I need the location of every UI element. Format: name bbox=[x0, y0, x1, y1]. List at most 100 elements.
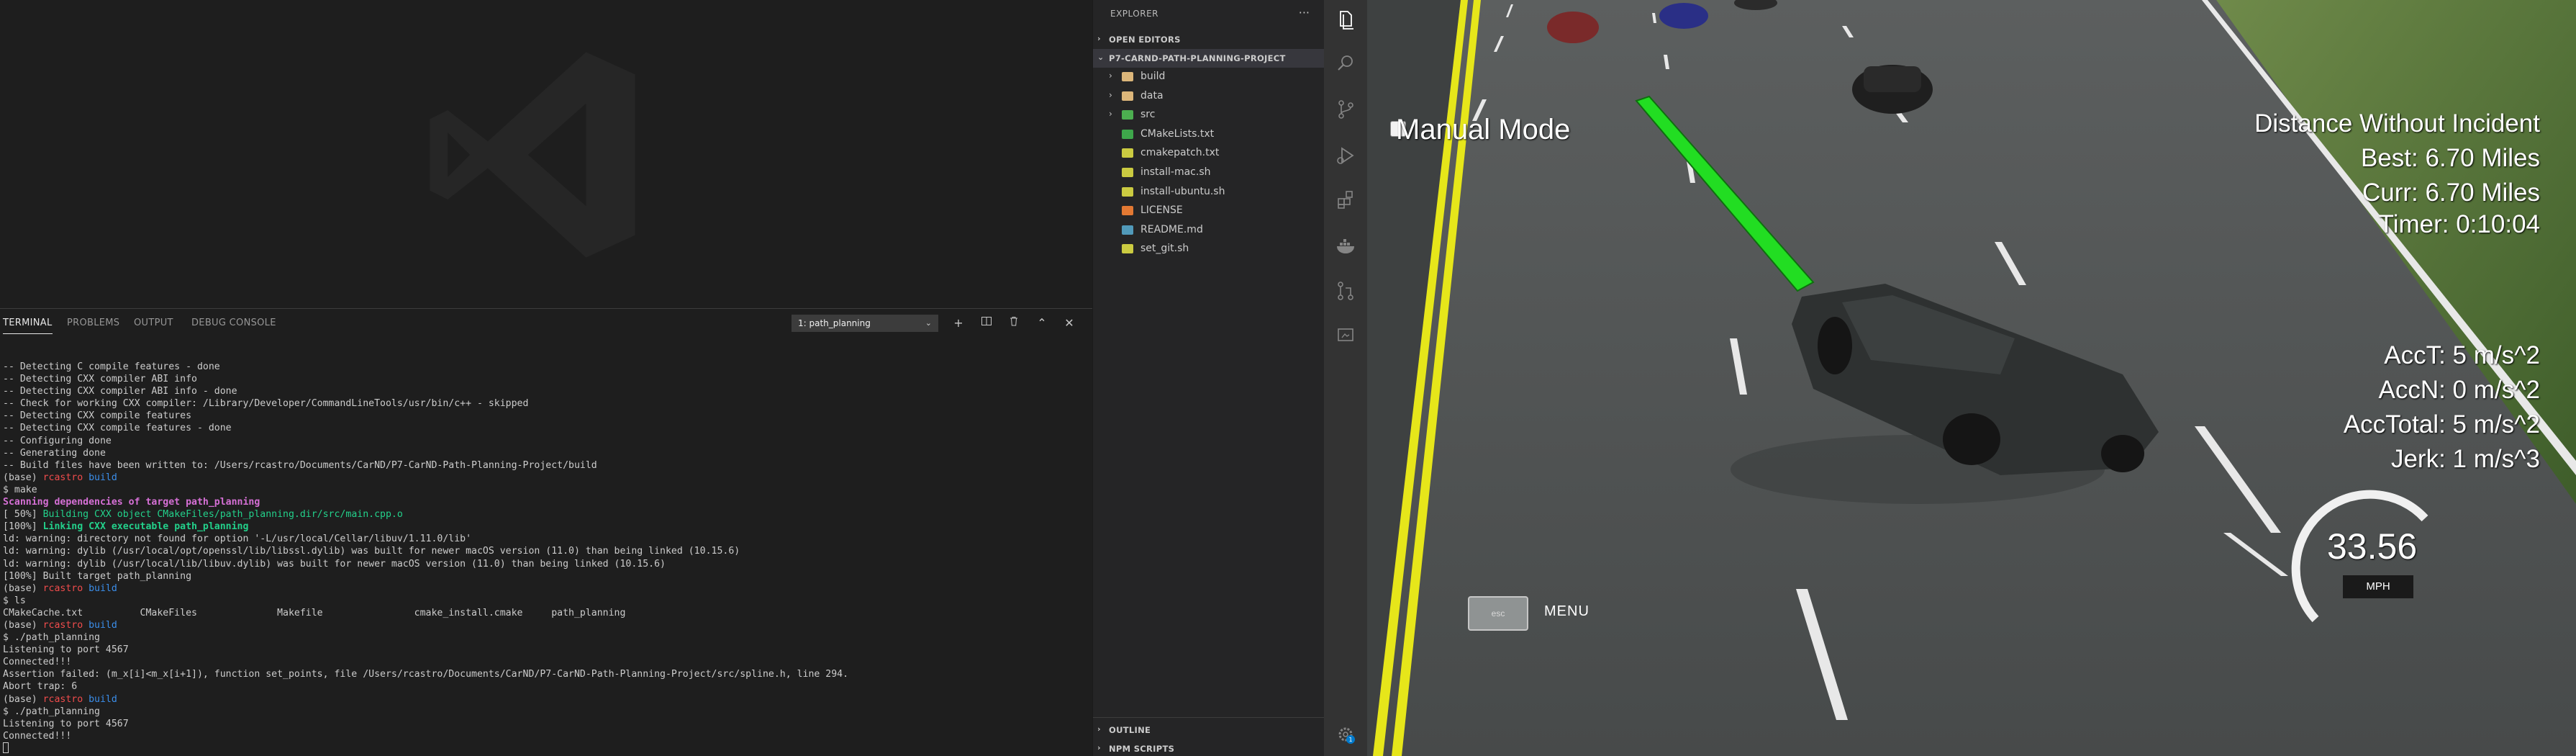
tree-item-label: install-ubuntu.sh bbox=[1140, 185, 1225, 197]
terminal-text: -- Detecting CXX compile features bbox=[3, 410, 192, 422]
shell-file-icon bbox=[1122, 244, 1133, 254]
terminal-text: build bbox=[83, 472, 117, 483]
open-editors-section[interactable]: › OPEN EDITORS bbox=[1093, 30, 1325, 49]
terminal-text: -- Detecting CXX compiler ABI info - don… bbox=[3, 386, 237, 397]
simulator-window[interactable]: Manual Mode Distance Without Incident Be… bbox=[1367, 0, 2576, 756]
chevron-right-icon: › bbox=[1109, 109, 1112, 120]
chevron-right-icon: › bbox=[1097, 34, 1101, 43]
tree-folder-build[interactable]: › build bbox=[1093, 68, 1325, 86]
pull-requests-icon[interactable] bbox=[1331, 276, 1360, 305]
timer: Timer: 0:10:04 bbox=[2378, 210, 2540, 238]
run-debug-icon[interactable] bbox=[1331, 141, 1360, 170]
tree-file[interactable]: README.md bbox=[1093, 221, 1325, 240]
more-actions-icon[interactable]: ··· bbox=[1299, 6, 1310, 19]
tree-folder-src[interactable]: › src bbox=[1093, 106, 1325, 125]
tree-file[interactable]: install-mac.sh bbox=[1093, 163, 1325, 182]
settings-gear-icon[interactable]: 1 bbox=[1331, 720, 1360, 749]
tree-folder-data[interactable]: › data bbox=[1093, 87, 1325, 106]
explorer-sidebar: EXPLORER ··· › OPEN EDITORS ⌄ P7-CARND-P… bbox=[1092, 0, 1325, 756]
tab-output[interactable]: OUTPUT bbox=[134, 318, 173, 328]
best-distance: Best: 6.70 Miles bbox=[2361, 144, 2540, 172]
markdown-icon bbox=[1122, 225, 1133, 235]
tab-problems[interactable]: PROBLEMS bbox=[67, 318, 119, 328]
terminal-text: Scanning dependencies of target path_pla… bbox=[3, 497, 260, 508]
terminal-text: Assertion failed: (m_x[i]<m_x[i+1]), fun… bbox=[3, 669, 849, 680]
outline-section[interactable]: › OUTLINE bbox=[1093, 721, 1325, 739]
terminal-line: -- Detecting CXX compiler ABI info bbox=[3, 373, 1089, 385]
manual-mode-label: Manual Mode bbox=[1396, 114, 1571, 145]
source-control-icon[interactable] bbox=[1331, 95, 1360, 124]
tree-item-label: data bbox=[1140, 89, 1164, 102]
explorer-icon[interactable] bbox=[1331, 6, 1360, 35]
menu-label[interactable]: MENU bbox=[1544, 603, 1589, 620]
chevron-up-icon[interactable]: ⌃ bbox=[1033, 315, 1051, 332]
chevron-down-icon: ⌄ bbox=[925, 318, 932, 328]
panel-tab-bar: TERMINAL PROBLEMS OUTPUT DEBUG CONSOLE 1… bbox=[0, 309, 1092, 338]
terminal-line: (base) rcastro build bbox=[3, 582, 1089, 595]
docker-icon[interactable] bbox=[1331, 232, 1360, 261]
terminal-line: -- Detecting CXX compile features bbox=[3, 410, 1089, 422]
tree-item-label: build bbox=[1140, 71, 1166, 82]
editor-area bbox=[0, 0, 1092, 308]
terminal-line: $ ./path_planning bbox=[3, 631, 1089, 644]
terminal-line: $ make bbox=[3, 484, 1089, 496]
plus-icon[interactable]: + bbox=[950, 315, 967, 332]
current-distance: Curr: 6.70 Miles bbox=[2362, 179, 2540, 207]
terminal-text: Abort trap: 6 bbox=[3, 681, 78, 693]
car-dark-mid bbox=[1852, 65, 1933, 114]
tree-file[interactable]: install-ubuntu.sh bbox=[1093, 183, 1325, 202]
terminal-line: [100%] Linking CXX executable path_plann… bbox=[3, 521, 1089, 533]
terminal-text: Listening to port 4567 bbox=[3, 644, 129, 656]
terminal-line: Connected!!! bbox=[3, 656, 1089, 668]
extensions-icon[interactable] bbox=[1331, 186, 1360, 215]
terminal-text: [100%] bbox=[3, 521, 43, 533]
tab-terminal[interactable]: TERMINAL bbox=[3, 318, 53, 334]
terminal-cursor bbox=[3, 742, 9, 754]
terminal-line: [ 50%] Building CXX object CMakeFiles/pa… bbox=[3, 508, 1089, 521]
terminal-text: Listening to port 4567 bbox=[3, 718, 129, 729]
terminal-line: -- Detecting CXX compiler ABI info - don… bbox=[3, 385, 1089, 397]
tree-item-label: README.md bbox=[1140, 223, 1203, 235]
project-label: P7-CARND-PATH-PLANNING-PROJECT bbox=[1109, 53, 1286, 63]
tree-file[interactable]: cmakepatch.txt bbox=[1093, 144, 1325, 163]
speed-value: 33.56 bbox=[2327, 526, 2418, 567]
remote-explorer-icon[interactable] bbox=[1331, 321, 1360, 350]
terminal-output[interactable]: -- Detecting C compile features - done --… bbox=[3, 361, 1089, 755]
explorer-title: EXPLORER bbox=[1110, 9, 1158, 19]
folder-icon bbox=[1122, 91, 1133, 101]
text-file-icon bbox=[1122, 148, 1133, 158]
terminal-text: rcastro bbox=[42, 693, 83, 705]
terminal-text: ld: warning: dylib (/usr/local/lib/libuv… bbox=[3, 558, 666, 570]
terminal-text: -- Detecting CXX compile features - done bbox=[3, 423, 232, 434]
split-terminal-icon[interactable] bbox=[978, 315, 995, 332]
npm-scripts-section[interactable]: › NPM SCRIPTS bbox=[1093, 739, 1325, 756]
terminal-line: Abort trap: 6 bbox=[3, 680, 1089, 693]
speed-unit: MPH bbox=[2343, 575, 2413, 598]
terminal-select-dropdown[interactable]: 1: path_planning ⌄ bbox=[792, 315, 938, 332]
terminal-text: -- Build files have been written to: /Us… bbox=[3, 459, 597, 471]
terminal-text: rcastro bbox=[42, 619, 83, 631]
close-icon[interactable]: ✕ bbox=[1061, 315, 1078, 332]
terminal-line: -- Detecting CXX compile features - done bbox=[3, 422, 1089, 434]
tree-file[interactable]: set_git.sh bbox=[1093, 240, 1325, 258]
tab-debug-console[interactable]: DEBUG CONSOLE bbox=[191, 318, 276, 328]
terminal-line: (base) rcastro build bbox=[3, 619, 1089, 631]
terminal-text: $ ./path_planning bbox=[3, 706, 100, 717]
tree-file[interactable]: LICENSE bbox=[1093, 202, 1325, 220]
acc-total: AccTotal: 5 m/s^2 bbox=[2343, 410, 2540, 438]
search-icon[interactable] bbox=[1331, 49, 1360, 78]
project-section[interactable]: ⌄ P7-CARND-PATH-PLANNING-PROJECT bbox=[1093, 49, 1325, 68]
terminal-line: -- Check for working CXX compiler: /Libr… bbox=[3, 397, 1089, 410]
trash-icon[interactable] bbox=[1005, 315, 1022, 332]
esc-button[interactable]: esc bbox=[1468, 596, 1528, 631]
terminal-text: -- Generating done bbox=[3, 447, 106, 459]
tree-item-label: LICENSE bbox=[1140, 204, 1183, 217]
terminal-line: -- Configuring done bbox=[3, 435, 1089, 447]
cmake-icon bbox=[1122, 129, 1133, 139]
terminal-line: Connected!!! bbox=[3, 730, 1089, 742]
tree-item-label: install-mac.sh bbox=[1140, 166, 1211, 178]
outline-label: OUTLINE bbox=[1109, 725, 1151, 735]
folder-src-icon bbox=[1122, 110, 1133, 120]
terminal-text: build bbox=[83, 693, 117, 705]
tree-file[interactable]: CMakeLists.txt bbox=[1093, 125, 1325, 144]
